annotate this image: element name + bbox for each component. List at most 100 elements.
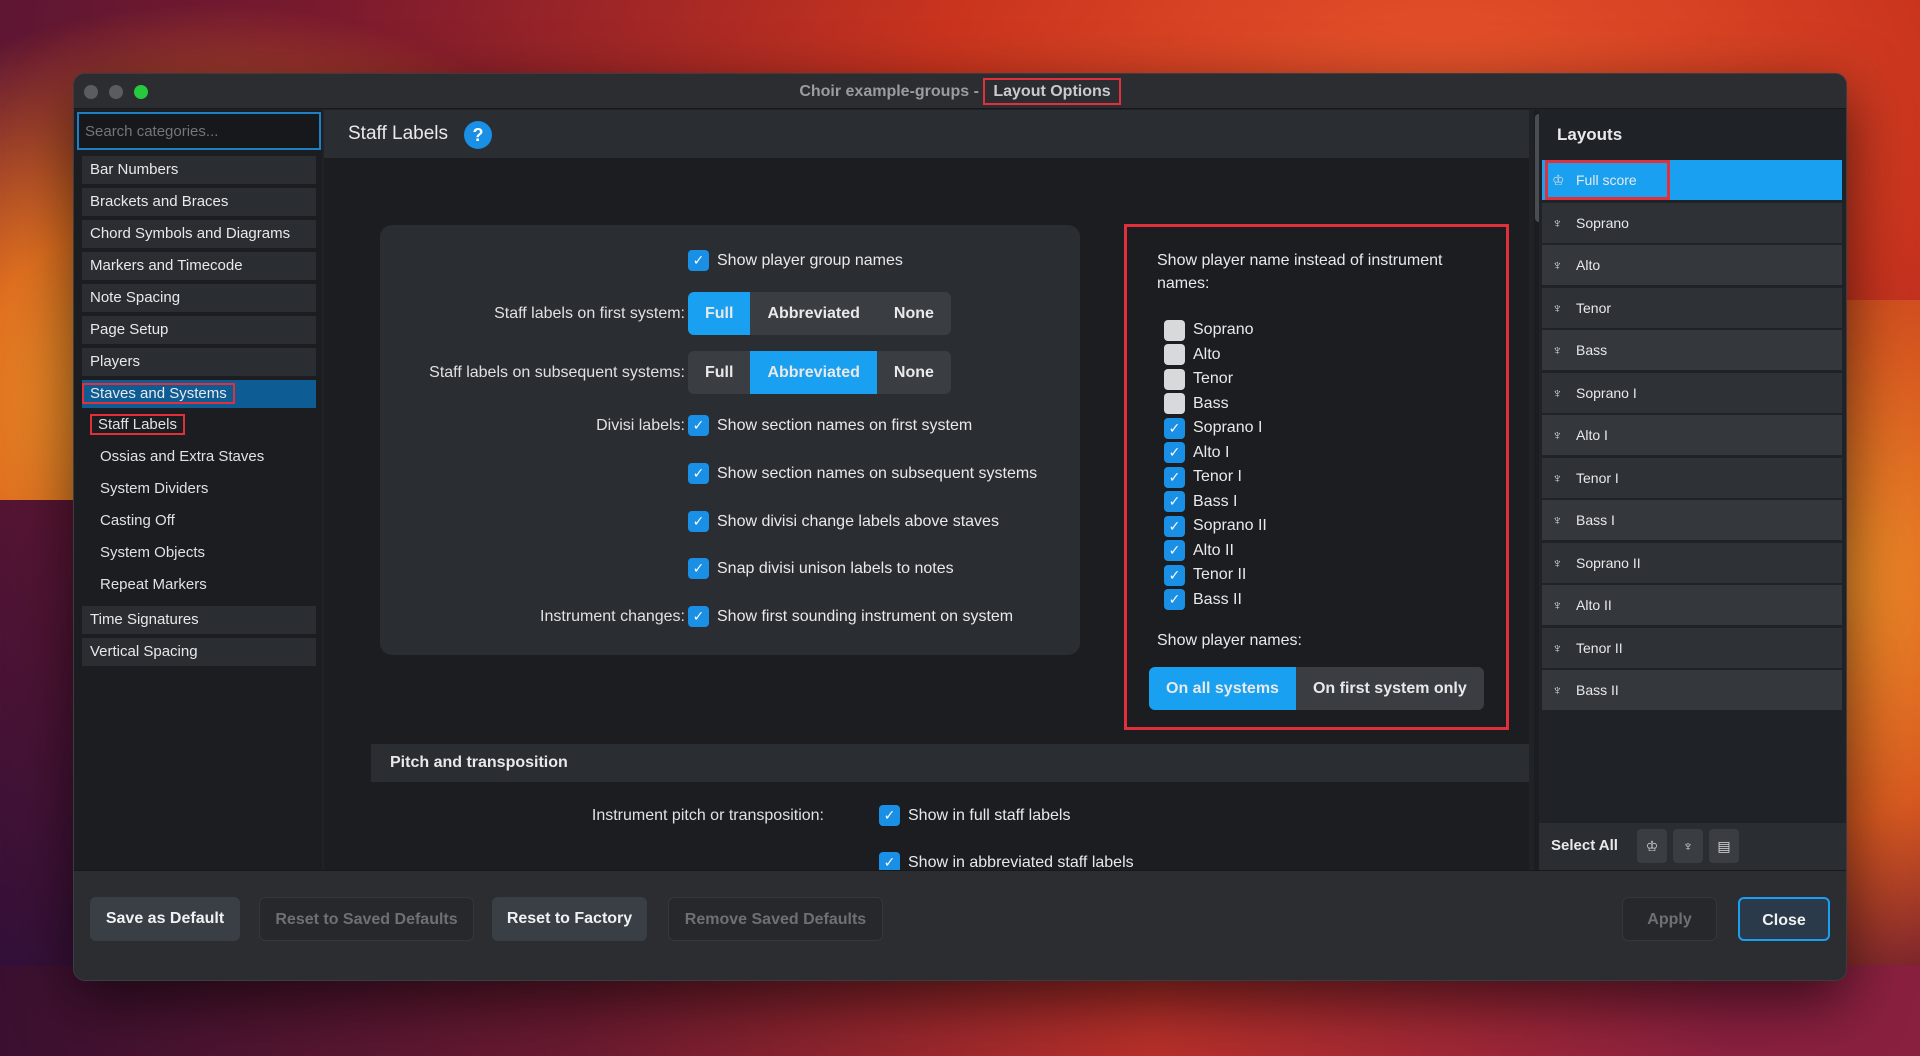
player-name-option[interactable]: ✓ Bass I — [1164, 490, 1237, 514]
remove-saved-defaults-button[interactable]: Remove Saved Defaults — [668, 897, 883, 941]
divisi-option[interactable]: ✓ Show section names on first system — [688, 415, 972, 436]
layout-item[interactable]: ♆ Soprano — [1542, 202, 1842, 243]
player-name-option[interactable]: ✓ Tenor I — [1164, 465, 1242, 489]
checkbox-checked-icon[interactable]: ✓ — [1164, 589, 1185, 610]
subsequent-full-option[interactable]: Full — [688, 351, 750, 394]
on-all-systems-option[interactable]: On all systems — [1149, 667, 1296, 710]
layout-item[interactable]: ♔ Full score — [1542, 160, 1842, 200]
checkbox-checked-icon[interactable]: ✓ — [1164, 540, 1185, 561]
show-group-names-option[interactable]: ✓ Show player group names — [688, 250, 903, 271]
category-staves-and-systems[interactable]: Staves and Systems — [82, 380, 316, 408]
layout-item[interactable]: ♆ Alto I — [1542, 415, 1842, 455]
instrument-changes-option[interactable]: ✓ Show first sounding instrument on syst… — [688, 606, 1013, 627]
option-label: Show divisi change labels above staves — [717, 512, 999, 530]
subsequent-abbreviated-option[interactable]: Abbreviated — [750, 351, 877, 394]
window-title: Choir example-groups - Layout Options — [74, 74, 1846, 109]
player-name-option[interactable]: Soprano — [1164, 318, 1254, 342]
category-note-spacing[interactable]: Note Spacing — [82, 284, 316, 312]
player-name-option[interactable]: ✓ Tenor II — [1164, 563, 1246, 587]
layout-item[interactable]: ♆ Tenor I — [1542, 457, 1842, 498]
category-page-setup[interactable]: Page Setup — [82, 316, 316, 344]
subsequent-none-option[interactable]: None — [877, 351, 951, 394]
on-first-system-only-option[interactable]: On first system only — [1296, 667, 1484, 710]
checkbox-checked-icon[interactable]: ✓ — [879, 805, 900, 826]
category-time-signatures[interactable]: Time Signatures — [82, 606, 316, 634]
player-name-label: Alto — [1193, 345, 1221, 363]
checkbox-checked-icon[interactable]: ✓ — [1164, 564, 1185, 586]
checkbox-checked-icon[interactable]: ✓ — [688, 415, 709, 436]
dialog-footer: Save as Default Reset to Saved Defaults … — [74, 870, 1846, 980]
player-name-option[interactable]: Tenor — [1164, 367, 1233, 391]
reset-to-factory-button[interactable]: Reset to Factory — [492, 897, 647, 941]
help-icon[interactable]: ? — [464, 121, 492, 149]
checkbox-unchecked-icon[interactable] — [1164, 319, 1185, 341]
player-name-option[interactable]: ✓ Alto I — [1164, 441, 1229, 465]
layout-item[interactable]: ♆ Bass — [1542, 330, 1842, 370]
layout-item[interactable]: ♆ Bass I — [1542, 500, 1842, 540]
option-label: Show section names on first system — [717, 416, 973, 434]
pitch-option[interactable]: ✓ Show in abbreviated staff labels — [879, 852, 1134, 870]
checkbox-checked-icon[interactable]: ✓ — [1164, 417, 1185, 439]
divisi-option[interactable]: ✓ Snap divisi unison labels to notes — [688, 558, 954, 579]
player-name-option[interactable]: ✓ Soprano I — [1164, 416, 1262, 440]
pitch-option[interactable]: ✓ Show in full staff labels — [879, 805, 1070, 826]
custom-layout-icon[interactable]: ▤ — [1709, 829, 1739, 863]
layout-item[interactable]: ♆ Bass II — [1542, 670, 1842, 710]
select-all-button[interactable]: Select All — [1545, 829, 1624, 863]
checkbox-unchecked-icon[interactable] — [1164, 368, 1185, 390]
checkbox-checked-icon[interactable]: ✓ — [688, 606, 709, 627]
player-name-option[interactable]: ✓ Bass II — [1164, 588, 1242, 612]
checkbox-checked-icon[interactable]: ✓ — [1164, 466, 1185, 488]
player-name-option[interactable]: ✓ Alto II — [1164, 539, 1234, 563]
part-icon: ♆ — [1552, 469, 1563, 486]
first-abbreviated-option[interactable]: Abbreviated — [750, 292, 876, 335]
subcategory-repeat-markers[interactable]: Repeat Markers — [100, 572, 207, 598]
full-score-filter-icon[interactable]: ♔ — [1637, 829, 1667, 863]
checkbox-checked-icon[interactable]: ✓ — [1164, 515, 1185, 537]
player-name-option[interactable]: ✓ Soprano II — [1164, 514, 1267, 538]
category-players[interactable]: Players — [82, 348, 316, 376]
checkbox-checked-icon[interactable]: ✓ — [1164, 491, 1185, 512]
subcategory-system-objects[interactable]: System Objects — [100, 540, 205, 566]
checkbox-checked-icon[interactable]: ✓ — [688, 511, 709, 532]
subcategory-system-dividers[interactable]: System Dividers — [100, 476, 208, 502]
save-as-default-button[interactable]: Save as Default — [90, 897, 240, 941]
category-bar-numbers[interactable]: Bar Numbers — [82, 156, 316, 184]
category-brackets-and-braces[interactable]: Brackets and Braces — [82, 188, 316, 216]
category-vertical-spacing[interactable]: Vertical Spacing — [82, 638, 316, 666]
checkbox-checked-icon[interactable]: ✓ — [688, 250, 709, 271]
player-name-option[interactable]: Bass — [1164, 392, 1229, 416]
window-title-prefix: Choir example-groups - — [799, 83, 984, 100]
player-name-label: Soprano I — [1193, 419, 1263, 436]
first-none-option[interactable]: None — [877, 292, 951, 335]
subcategory-casting-off[interactable]: Casting Off — [100, 508, 175, 534]
staff-labels-card: ✓ Show player group names Staff labels o… — [380, 225, 1080, 655]
category-chord-symbols[interactable]: Chord Symbols and Diagrams — [82, 220, 316, 248]
layout-item[interactable]: ♆ Alto II — [1542, 585, 1842, 625]
checkbox-checked-icon[interactable]: ✓ — [1164, 442, 1185, 463]
part-filter-icon[interactable]: ♆ — [1673, 829, 1703, 863]
search-input[interactable] — [77, 112, 321, 150]
checkbox-checked-icon[interactable]: ✓ — [688, 558, 709, 579]
subcategory-staff-labels[interactable]: Staff Labels — [90, 412, 185, 438]
layout-label: Soprano I — [1576, 384, 1637, 401]
first-full-option[interactable]: Full — [688, 292, 751, 335]
checkbox-checked-icon[interactable]: ✓ — [879, 852, 900, 870]
layout-item[interactable]: ♆ Tenor — [1542, 287, 1842, 328]
apply-button[interactable]: Apply — [1622, 897, 1717, 941]
layout-item[interactable]: ♆ Tenor II — [1542, 627, 1842, 668]
player-name-option[interactable]: Alto — [1164, 343, 1221, 367]
category-markers-timecode[interactable]: Markers and Timecode — [82, 252, 316, 280]
checkbox-unchecked-icon[interactable] — [1164, 344, 1185, 365]
reset-saved-defaults-button[interactable]: Reset to Saved Defaults — [259, 897, 474, 941]
checkbox-checked-icon[interactable]: ✓ — [688, 463, 709, 484]
option-label: Snap divisi unison labels to notes — [717, 559, 954, 577]
checkbox-unchecked-icon[interactable] — [1164, 393, 1185, 414]
layout-item[interactable]: ♆ Soprano I — [1542, 372, 1842, 413]
subcategory-ossias[interactable]: Ossias and Extra Staves — [100, 444, 264, 470]
layout-item[interactable]: ♆ Soprano II — [1542, 542, 1842, 583]
layout-item[interactable]: ♆ Alto — [1542, 245, 1842, 285]
close-button[interactable]: Close — [1738, 897, 1830, 941]
divisi-option[interactable]: ✓ Show section names on subsequent syste… — [688, 463, 1037, 484]
divisi-option[interactable]: ✓ Show divisi change labels above staves — [688, 511, 999, 532]
